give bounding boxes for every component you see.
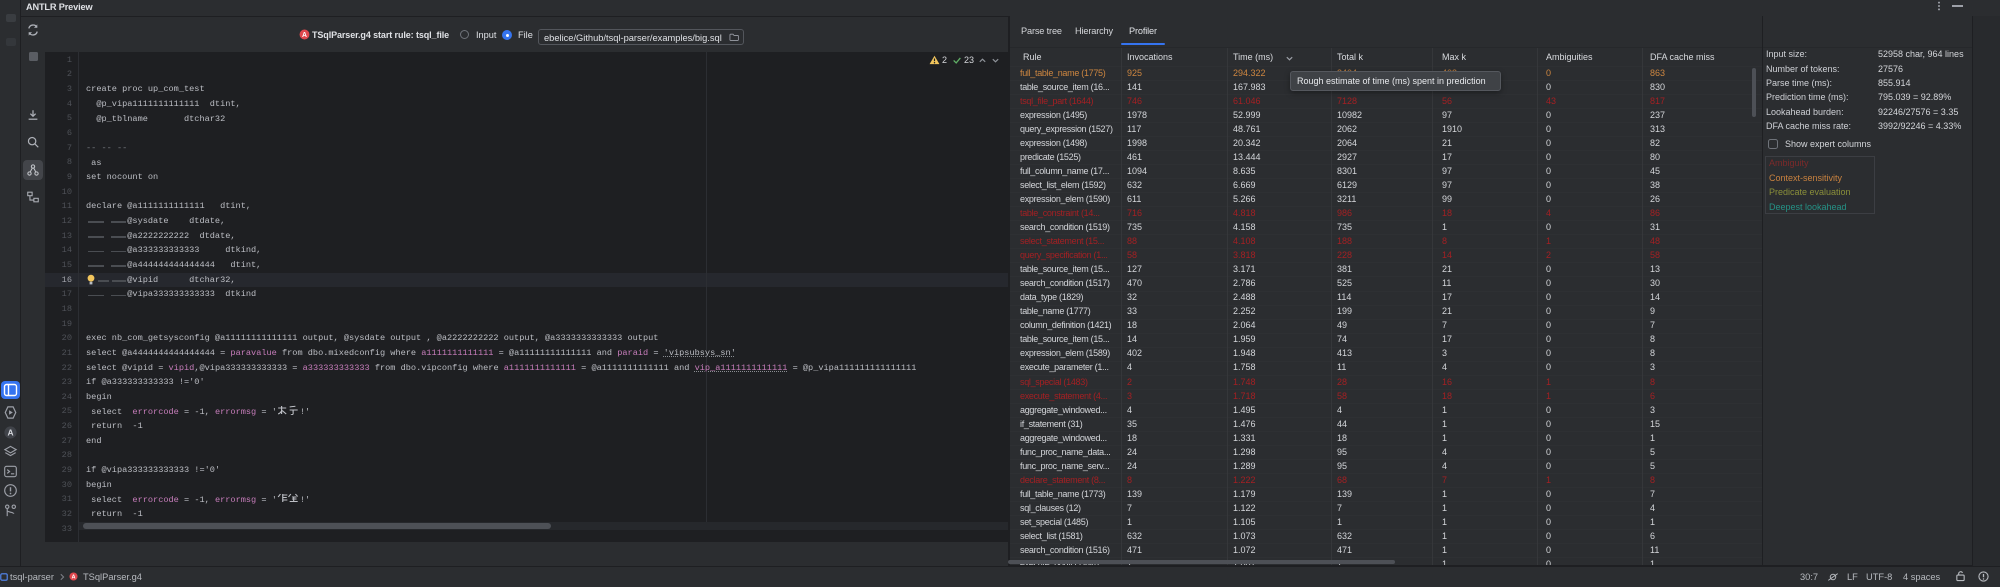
svg-text:A: A [71,575,75,581]
svg-text:A: A [7,428,13,438]
svg-text:A: A [302,32,307,39]
